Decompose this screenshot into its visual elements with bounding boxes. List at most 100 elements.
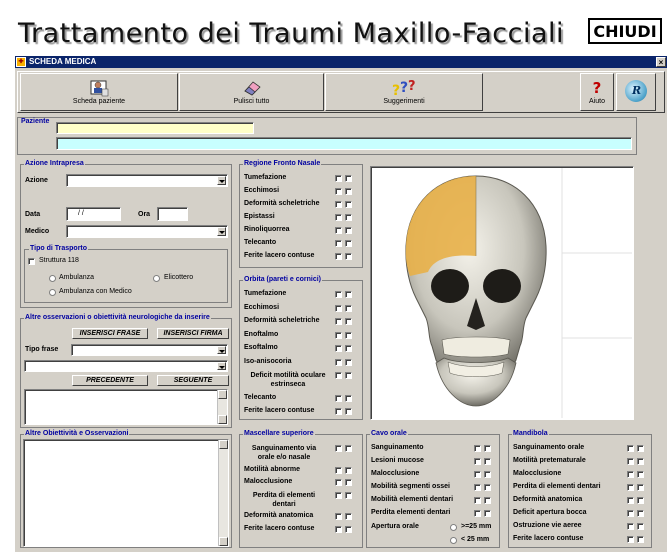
altre-textarea[interactable]	[23, 439, 229, 547]
chevron-down-icon[interactable]	[217, 227, 226, 236]
mandibola-check-left[interactable]	[627, 536, 634, 543]
orbita-check-right[interactable]	[345, 394, 352, 402]
paziente-name-field[interactable]	[56, 122, 254, 134]
azione-select[interactable]	[66, 174, 228, 187]
precedente-button[interactable]: PRECEDENTE	[72, 375, 148, 386]
mandibola-check-left[interactable]	[627, 458, 634, 465]
mandibola-check-right[interactable]	[637, 458, 644, 465]
mandibola-check-left[interactable]	[627, 484, 634, 491]
mandibola-check-left[interactable]	[627, 471, 634, 478]
cavo-orale-check-right[interactable]	[484, 458, 491, 465]
chevron-down-icon[interactable]	[217, 346, 226, 354]
skull-image[interactable]	[372, 168, 632, 418]
orbita-check-left[interactable]	[335, 304, 342, 312]
scroll-up-icon[interactable]	[218, 390, 227, 399]
mascellare-check-left[interactable]	[335, 445, 342, 452]
scrollbar[interactable]	[218, 440, 228, 546]
mandibola-check-left[interactable]	[627, 523, 634, 530]
ora-field[interactable]	[157, 207, 188, 221]
cavo-orale-check-left[interactable]	[474, 458, 481, 465]
mascellare-check-right[interactable]	[345, 479, 352, 486]
fronto-nasale-check-right[interactable]	[345, 214, 352, 221]
inserisci-firma-button[interactable]: INSERISCI FIRMA	[157, 328, 229, 339]
mascellare-check-right[interactable]	[345, 513, 352, 520]
mandibola-check-right[interactable]	[637, 471, 644, 478]
scroll-down-icon[interactable]	[219, 537, 228, 546]
fronto-nasale-check-left[interactable]	[335, 175, 342, 182]
struttura-118-checkbox[interactable]	[28, 258, 35, 265]
osservazioni-textarea[interactable]	[24, 389, 228, 425]
ambulanza-radio[interactable]	[49, 275, 56, 282]
mascellare-check-left[interactable]	[335, 466, 342, 474]
mascellare-check-left[interactable]	[335, 525, 342, 533]
cavo-orale-check-right[interactable]	[484, 497, 491, 504]
orbita-check-right[interactable]	[345, 358, 352, 366]
orbita-check-left[interactable]	[335, 345, 342, 352]
orbita-check-left[interactable]	[335, 331, 342, 339]
mascellare-check-left[interactable]	[335, 513, 342, 520]
inserisci-frase-button[interactable]: INSERISCI FRASE	[72, 328, 148, 339]
mascellare-check-right[interactable]	[345, 525, 352, 533]
orbita-check-left[interactable]	[335, 394, 342, 402]
orbita-check-left[interactable]	[335, 318, 342, 325]
mascellare-check-left[interactable]	[335, 479, 342, 486]
fronto-nasale-check-right[interactable]	[345, 175, 352, 182]
frase-select[interactable]	[24, 360, 228, 372]
fronto-nasale-check-right[interactable]	[345, 240, 352, 247]
cavo-orale-check-right[interactable]	[484, 484, 491, 491]
cavo-orale-check-left[interactable]	[474, 471, 481, 478]
mascellare-check-right[interactable]	[345, 466, 352, 474]
chevron-down-icon[interactable]	[217, 176, 226, 185]
fronto-nasale-check-right[interactable]	[345, 201, 352, 208]
scroll-down-icon[interactable]	[218, 415, 227, 424]
cavo-orale-check-right[interactable]	[484, 445, 491, 452]
orbita-check-right[interactable]	[345, 372, 352, 379]
fronto-nasale-check-left[interactable]	[335, 188, 342, 195]
mandibola-check-left[interactable]	[627, 510, 634, 517]
paziente-info-field[interactable]	[56, 137, 632, 150]
pulisci-tutto-button[interactable]: Pulisci tutto	[179, 73, 324, 111]
mandibola-check-right[interactable]	[637, 445, 644, 452]
mandibola-check-left[interactable]	[627, 445, 634, 452]
info-button[interactable]: R	[616, 73, 656, 111]
data-field[interactable]: / /	[66, 207, 121, 221]
aiuto-button[interactable]: ? Aiuto	[580, 73, 614, 111]
mandibola-check-right[interactable]	[637, 510, 644, 517]
cavo-orale-check-left[interactable]	[474, 497, 481, 504]
suggerimenti-button[interactable]: ? ? ? Suggerimenti	[325, 73, 483, 111]
cavo-orale-check-left[interactable]	[474, 445, 481, 452]
fronto-nasale-check-left[interactable]	[335, 201, 342, 208]
mandibola-check-right[interactable]	[637, 536, 644, 543]
apertura-ge25-radio[interactable]	[450, 524, 457, 531]
seguente-button[interactable]: SEGUENTE	[157, 375, 229, 386]
fronto-nasale-check-left[interactable]	[335, 214, 342, 221]
mascellare-check-right[interactable]	[345, 491, 352, 499]
fronto-nasale-check-left[interactable]	[335, 240, 342, 247]
close-button[interactable]: CHIUDI	[588, 18, 662, 44]
scheda-paziente-button[interactable]: Scheda paziente	[20, 73, 178, 111]
cavo-orale-check-right[interactable]	[484, 471, 491, 478]
fronto-nasale-check-right[interactable]	[345, 188, 352, 195]
apertura-lt25-radio[interactable]	[450, 537, 457, 544]
mandibola-check-right[interactable]	[637, 497, 644, 504]
orbita-check-left[interactable]	[335, 358, 342, 366]
cavo-orale-check-right[interactable]	[484, 510, 491, 517]
mascellare-check-right[interactable]	[345, 445, 352, 452]
scrollbar[interactable]	[217, 390, 227, 424]
orbita-check-right[interactable]	[345, 318, 352, 325]
fronto-nasale-check-right[interactable]	[345, 227, 352, 234]
elicottero-radio[interactable]	[153, 275, 160, 282]
fronto-nasale-check-left[interactable]	[335, 227, 342, 234]
orbita-check-left[interactable]	[335, 291, 342, 298]
orbita-check-right[interactable]	[345, 304, 352, 312]
fronto-nasale-check-left[interactable]	[335, 253, 342, 260]
cavo-orale-check-left[interactable]	[474, 484, 481, 491]
tipo-frase-select[interactable]	[71, 344, 228, 356]
chevron-down-icon[interactable]	[217, 362, 226, 370]
orbita-check-left[interactable]	[335, 408, 342, 415]
window-close-icon[interactable]: ×	[656, 57, 666, 67]
ambulanza-medico-radio[interactable]	[49, 289, 56, 296]
orbita-check-right[interactable]	[345, 345, 352, 352]
mascellare-check-left[interactable]	[335, 491, 342, 499]
mandibola-check-right[interactable]	[637, 523, 644, 530]
